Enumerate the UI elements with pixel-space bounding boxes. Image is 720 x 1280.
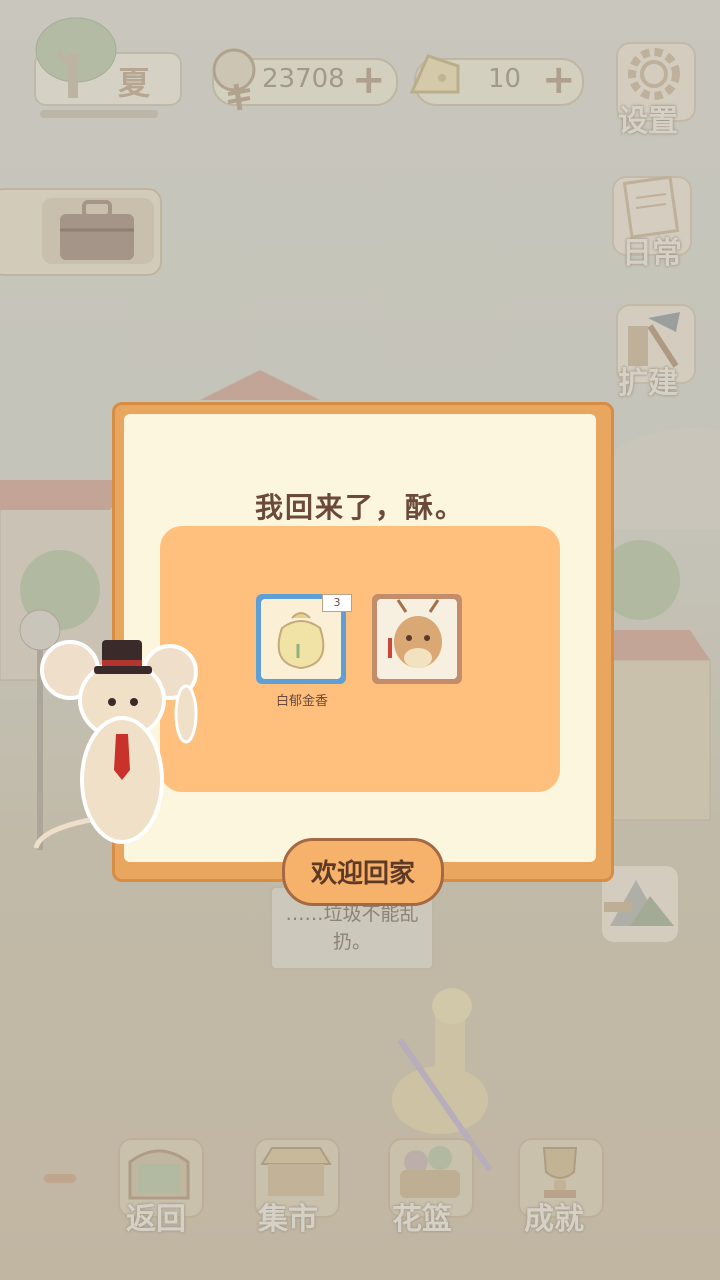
reward-item-count: 3 [322,594,352,612]
deer-portrait-icon [388,599,442,668]
reward-panel [160,526,560,792]
mouse-butler-character [33,640,198,849]
welcome-home-label: 欢迎回家 [310,859,415,889]
reward-item-name: 白郁金香 [275,694,328,709]
seed-bag-icon [277,612,325,670]
dialog-message: 我回来了，酥。 [254,491,465,524]
